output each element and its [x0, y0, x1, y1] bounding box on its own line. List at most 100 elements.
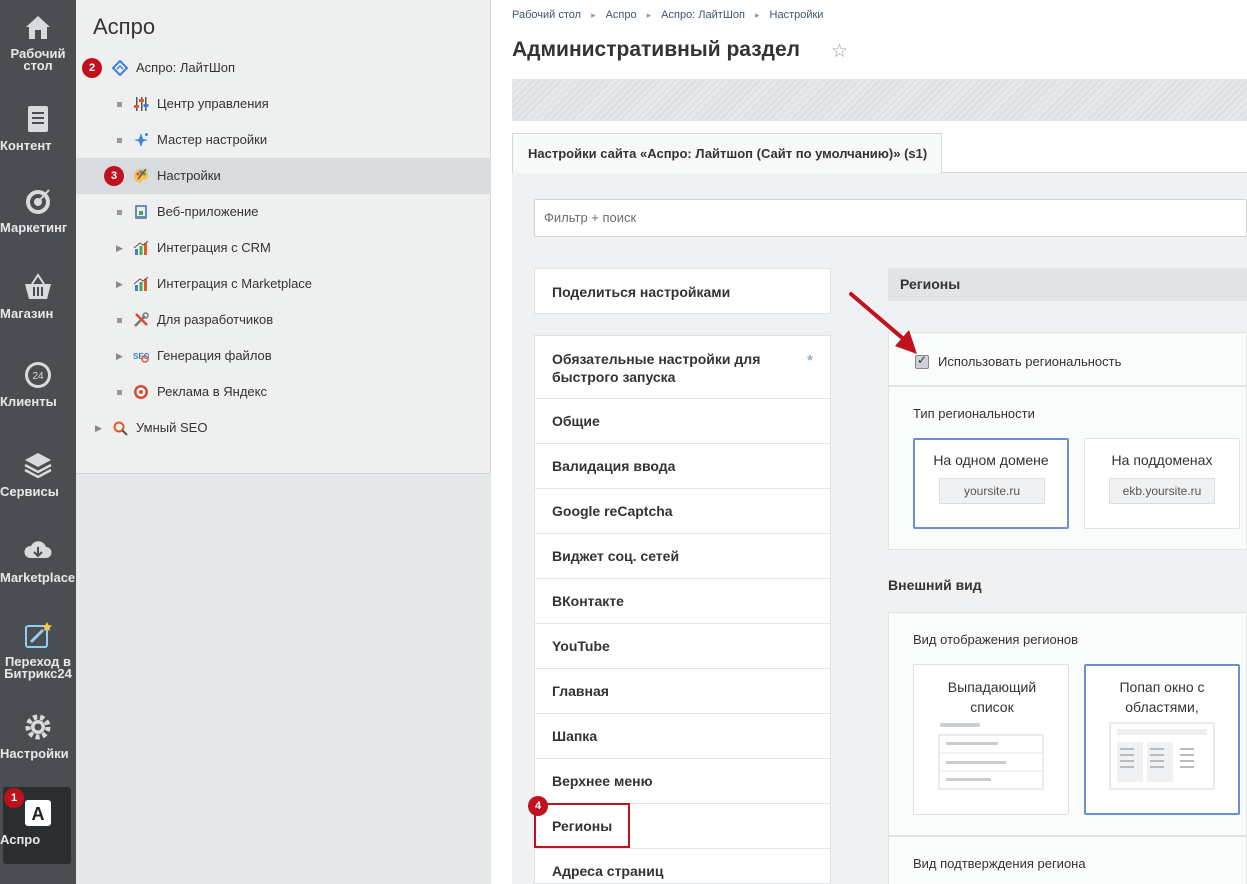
domain-example: ekb.yoursite.ru [1109, 478, 1215, 504]
tools-icon [134, 312, 149, 327]
annotation-arrow-icon [849, 292, 917, 354]
option-popup-regions[interactable]: Попап окно с областями, округами [1084, 664, 1240, 815]
option-dropdown-list[interactable]: Выпадающий список [913, 664, 1069, 815]
breadcrumb-item[interactable]: Рабочий стол [512, 9, 581, 21]
rail-item-bitrix24[interactable]: Переход в Битрикс24 [0, 620, 76, 680]
section-page-addresses[interactable]: Адреса страниц [535, 849, 830, 883]
page-title: Административный раздел [512, 38, 801, 61]
menu-item-setup-wizard[interactable]: Мастер настройки [76, 122, 491, 158]
appearance-heading: Внешний вид [888, 577, 982, 593]
document-icon [28, 106, 48, 132]
rail-item-shop[interactable]: Магазин [0, 272, 76, 320]
asterisk-marker: * [807, 352, 813, 369]
breadcrumb-item[interactable]: Настройки [770, 9, 824, 21]
web-app-icon [135, 205, 147, 219]
expand-arrow-icon[interactable]: ▶ [116, 266, 123, 302]
chevron-right-icon: ▸ [646, 10, 652, 20]
settings-sections-list: Обязательные настройки для быстрого запу… [534, 335, 831, 884]
expand-arrow-icon[interactable]: ▶ [95, 410, 102, 446]
clock24-icon: 24 [25, 362, 51, 388]
section-general[interactable]: Общие [535, 399, 830, 444]
breadcrumb-item[interactable]: Аспро [606, 9, 637, 21]
menu-item-settings[interactable]: Настройки [76, 158, 491, 194]
section-main[interactable]: Главная [535, 669, 830, 714]
confirm-type-card: Вид подтверждения региона [888, 836, 1247, 884]
rail-item-content[interactable]: Контент [0, 104, 76, 152]
domain-example: yoursite.ru [939, 478, 1045, 504]
option-title: На поддоменах [1111, 452, 1213, 468]
main-content: Рабочий стол ▸ Аспро ▸ Аспро: ЛайтШоп ▸ Настро… [492, 0, 1247, 884]
palette-icon [134, 168, 148, 183]
menu-item-crm-integration[interactable]: ▶ Интеграция с CRM [76, 230, 491, 266]
svg-text:A: A [32, 804, 45, 824]
section-google-recaptcha[interactable]: Google reCaptcha [535, 489, 830, 534]
breadcrumb-item[interactable]: Аспро: ЛайтШоп [661, 9, 745, 21]
step-badge-3: 3 [104, 166, 124, 186]
menu-title: Аспро [93, 14, 156, 39]
option-title: Выпадающий список [947, 679, 1037, 715]
aspro-a-icon: A [25, 800, 51, 826]
regional-type-label: Тип региональности [913, 406, 1035, 421]
menu-empty-area [76, 474, 491, 884]
dropdown-preview-icon [938, 723, 1044, 790]
layers-icon [24, 453, 52, 479]
gear-icon [25, 714, 51, 740]
section-input-validation[interactable]: Валидация ввода [535, 444, 830, 489]
home-icon [26, 16, 50, 39]
menu-item-smart-seo[interactable]: ▶ Умный SEO [76, 410, 491, 446]
share-settings-button[interactable]: Поделиться настройками [534, 268, 831, 314]
menu-item-developers[interactable]: Для разработчиков [76, 302, 491, 338]
menu-item-file-generation[interactable]: ▶ SEO Генерация файлов [76, 338, 491, 374]
menu-item-aspro-lightshop[interactable]: Аспро: ЛайтШоп [76, 50, 491, 86]
step-badge-4: 4 [528, 796, 548, 816]
display-type-card: Вид отображения регионов Выпадающий спис… [888, 612, 1247, 836]
confirm-type-label: Вид подтверждения региона [913, 856, 1086, 871]
star-icon[interactable]: ☆ [831, 40, 848, 63]
step-badge-1: 1 [4, 788, 24, 808]
section-header[interactable]: Шапка [535, 714, 830, 759]
tab-site-settings[interactable]: Настройки сайта «Аспро: Лайтшоп (Сайт по… [512, 133, 942, 173]
svg-text:24: 24 [32, 371, 44, 382]
bullet [117, 390, 122, 395]
option-title: На одном домене [933, 452, 1049, 468]
secondary-menu: Аспро Аспро: ЛайтШоп Центр управления Ма… [76, 0, 491, 884]
section-required-quick-start[interactable]: Обязательные настройки для быстрого запу… [535, 336, 830, 399]
target-icon [26, 189, 50, 214]
expand-arrow-icon[interactable]: ▶ [116, 338, 123, 374]
step-badge-2: 2 [82, 58, 102, 78]
option-single-domain[interactable]: На одном домене yoursite.ru [913, 438, 1069, 529]
menu-item-yandex-ads[interactable]: Реклама в Яндекс [76, 374, 491, 410]
menu-item-control-center[interactable]: Центр управления [76, 86, 491, 122]
aspro-logo-icon [112, 60, 128, 76]
rail-item-marketing[interactable]: Маркетинг [0, 186, 76, 234]
section-social-widget[interactable]: Виджет соц. сетей [535, 534, 830, 579]
chart-icon [133, 276, 149, 291]
chart-icon [133, 240, 149, 255]
section-top-menu[interactable]: Верхнее меню [535, 759, 830, 804]
rail-item-marketplace[interactable]: Marketplace [0, 536, 76, 584]
toolbar-band [512, 79, 1247, 121]
filter-search-input[interactable]: Фильтр + поиск [534, 199, 1247, 237]
sliders-icon [134, 97, 149, 111]
section-youtube[interactable]: YouTube [535, 624, 830, 669]
target-icon [134, 385, 148, 399]
bullet [117, 138, 122, 143]
rail-item-clients[interactable]: 24 Клиенты [0, 360, 76, 408]
chevron-right-icon: ▸ [754, 10, 760, 20]
magnifier-icon [113, 421, 128, 436]
sparkle-icon [134, 133, 148, 147]
regional-type-card: Тип региональности На одном домене yours… [888, 386, 1247, 550]
option-subdomains[interactable]: На поддоменах ekb.yoursite.ru [1084, 438, 1240, 529]
rail-item-desktop[interactable]: Рабочий стол [0, 12, 76, 72]
menu-item-marketplace-integration[interactable]: ▶ Интеграция с Marketplace [76, 266, 491, 302]
use-regional-card: Использовать региональность [888, 332, 1247, 386]
bullet [117, 210, 122, 215]
regions-section-header: Регионы [888, 268, 1247, 301]
rail-item-settings[interactable]: Настройки [0, 712, 76, 760]
magic-pencil-icon [25, 622, 52, 648]
menu-item-web-app[interactable]: Веб-приложение [76, 194, 491, 230]
rail-item-services[interactable]: Сервисы [0, 450, 76, 498]
section-vkontakte[interactable]: ВКонтакте [535, 579, 830, 624]
bullet [117, 102, 122, 107]
expand-arrow-icon[interactable]: ▶ [116, 230, 123, 266]
